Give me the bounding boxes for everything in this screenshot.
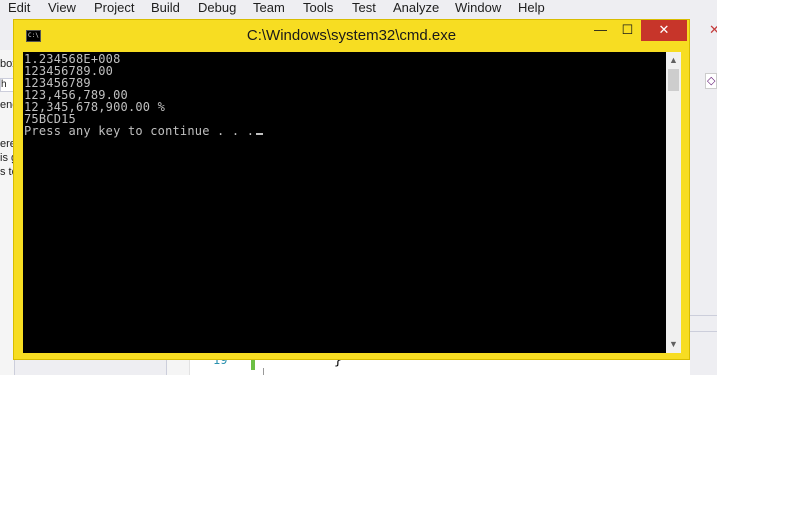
vertical-scrollbar[interactable]: ▲ ▼ [666,52,681,353]
menu-team[interactable]: Team [253,0,285,16]
change-tracking-bar [251,360,255,370]
outline-guide [263,368,264,375]
scroll-up-icon[interactable]: ▲ [666,52,681,69]
menu-project[interactable]: Project [94,0,134,16]
console-output[interactable]: 1.234568E+008 123456789.00 123456789 123… [23,52,666,353]
panel-search-box[interactable]: h T [0,78,14,92]
divider [690,331,717,332]
close-icon[interactable]: ✕ [709,22,717,38]
menu-edit[interactable]: Edit [8,0,30,16]
menu-build[interactable]: Build [151,0,180,16]
prompt-line: Press any key to continue . . . [24,124,264,138]
menu-bar: Edit View Project Build Debug Team Tools… [0,0,717,17]
menu-view[interactable]: View [48,0,76,16]
cmd-icon[interactable]: C:\. [26,30,41,42]
component-icon: ◇ [707,75,716,87]
menu-debug[interactable]: Debug [198,0,236,16]
text-cursor [256,133,264,135]
scroll-thumb[interactable] [668,69,679,91]
right-tool-strip [690,17,717,375]
scroll-down-icon[interactable]: ▼ [666,336,681,353]
panel-text: h T [1,79,7,90]
menu-test[interactable]: Test [352,0,376,16]
menu-tools[interactable]: Tools [303,0,333,16]
close-button[interactable]: ✕ [641,20,687,41]
menu-window[interactable]: Window [455,0,501,16]
cmd-window[interactable]: C:\Windows\system32\cmd.exe C:\. — ☐ ✕ 1… [13,19,690,360]
menu-analyze[interactable]: Analyze [393,0,439,16]
prompt-text: Press any key to continue . . . [24,124,255,138]
maximize-button[interactable]: ☐ [614,20,641,41]
minimize-button[interactable]: — [587,20,614,41]
menu-help[interactable]: Help [518,0,545,16]
divider [690,315,717,316]
